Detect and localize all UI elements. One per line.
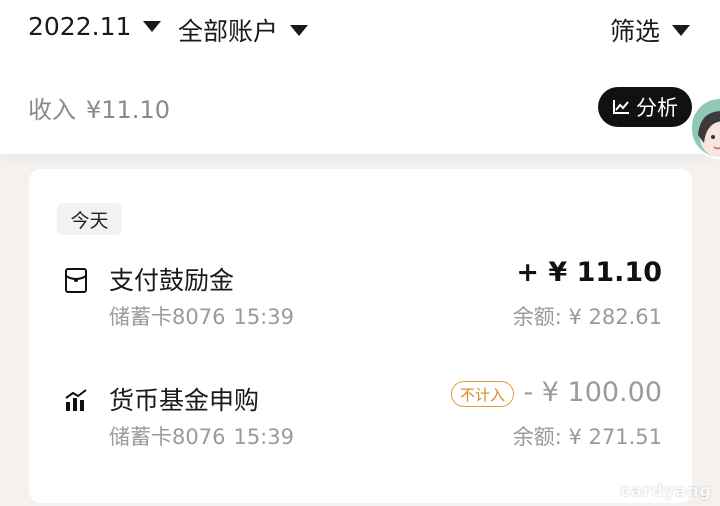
header-panel: 2022.11 全部账户 筛选 收入 ¥11.10 分析	[0, 0, 720, 154]
transaction-row[interactable]: 货币基金申购 储蓄卡8076 15:39 不计入 - ¥ 100.00 余额: ¥…	[29, 377, 692, 457]
watermark: cardyang	[620, 481, 712, 500]
caret-down-icon	[143, 21, 162, 32]
transaction-time: 15:39	[233, 305, 294, 329]
bar-chart-icon	[65, 389, 87, 411]
transaction-row[interactable]: 支付鼓励金 储蓄卡8076 15:39 + ¥ 11.10 余额: ¥ 282.6…	[29, 257, 692, 337]
income-label: 收入	[28, 96, 76, 124]
income-amount: ¥11.10	[86, 96, 170, 124]
transaction-card: 储蓄卡8076	[109, 305, 226, 329]
month-dropdown-label: 2022.11	[28, 12, 132, 41]
transaction-title: 支付鼓励金	[109, 266, 235, 295]
transaction-balance: 余额: ¥ 282.61	[512, 305, 662, 329]
transaction-balance: 余额: ¥ 271.51	[512, 425, 662, 449]
filter-bar: 2022.11 全部账户 筛选	[0, 0, 720, 62]
filter-dropdown[interactable]: 筛选	[610, 12, 690, 48]
caret-down-icon	[290, 24, 309, 36]
transaction-amount: + ¥ 11.10	[516, 257, 662, 288]
account-dropdown-label: 全部账户	[178, 17, 279, 46]
day-group-label: 今天	[57, 203, 122, 235]
income-summary: 收入 ¥11.10	[28, 90, 170, 125]
account-dropdown[interactable]: 全部账户	[178, 12, 309, 48]
income-summary-row: 收入 ¥11.10 分析	[0, 78, 720, 138]
excluded-tag: 不计入	[451, 381, 515, 407]
month-dropdown[interactable]: 2022.11	[28, 12, 162, 41]
analysis-button-label: 分析	[636, 96, 678, 120]
transaction-card: 储蓄卡8076	[109, 425, 226, 449]
caret-down-icon	[672, 24, 690, 36]
transaction-subtitle: 储蓄卡8076 15:39	[109, 301, 294, 331]
red-envelope-icon	[65, 268, 87, 293]
trend-chart-icon	[613, 100, 629, 114]
transaction-title: 货币基金申购	[109, 386, 260, 415]
transaction-time: 15:39	[233, 425, 294, 449]
transaction-subtitle: 储蓄卡8076 15:39	[109, 421, 294, 451]
transaction-amount: - ¥ 100.00	[523, 377, 662, 408]
filter-dropdown-label: 筛选	[609, 17, 660, 46]
transaction-list-card: 今天 支付鼓励金 储蓄卡8076 15:39 + ¥ 11.10 余额: ¥ 28…	[29, 169, 692, 503]
analysis-button[interactable]: 分析	[598, 87, 692, 127]
